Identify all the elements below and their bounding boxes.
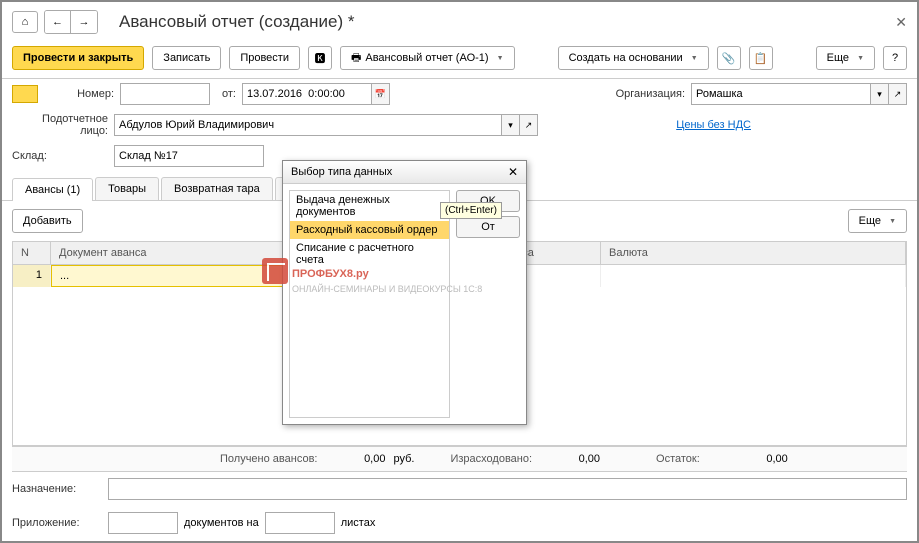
attach-label: Приложение: <box>12 517 102 529</box>
org-label: Организация: <box>616 88 685 100</box>
sheets-label: листах <box>341 517 376 529</box>
back-button[interactable]: ← <box>45 11 71 33</box>
docs-on-label: документов на <box>184 517 259 529</box>
tab-goods[interactable]: Товары <box>95 177 159 200</box>
attach-icon[interactable]: 📎 <box>717 46 741 70</box>
type-option-0[interactable]: Выдача денежных документов <box>290 191 449 221</box>
print-button[interactable]: 🖶 Авансовый отчет (АО-1) <box>340 46 515 70</box>
home-button[interactable]: ⌂ <box>12 11 38 33</box>
col-n: N <box>13 242 51 264</box>
tab-advances[interactable]: Авансы (1) <box>12 178 93 201</box>
rest-label: Остаток: <box>656 453 700 465</box>
create-based-on-button[interactable]: Создать на основании <box>558 46 709 70</box>
cell-n: 1 <box>13 265 51 287</box>
forward-button[interactable]: → <box>71 11 97 33</box>
status-marker <box>12 85 38 103</box>
rub-label: руб. <box>393 453 414 465</box>
cell-currency[interactable] <box>601 265 906 287</box>
warehouse-input[interactable] <box>114 145 264 167</box>
type-list[interactable]: Выдача денежных документов Расходный кас… <box>289 190 450 418</box>
received-label: Получено авансов: <box>220 453 317 465</box>
org-input[interactable] <box>691 83 871 105</box>
shortcut-tooltip: (Ctrl+Enter) <box>440 202 502 219</box>
purpose-label: Назначение: <box>12 483 102 495</box>
notes-icon[interactable]: 📋 <box>749 46 773 70</box>
org-dropdown-icon[interactable]: ▾ <box>871 83 889 105</box>
person-input[interactable] <box>114 114 502 136</box>
received-value: 0,00 <box>325 453 385 465</box>
org-open-icon[interactable]: ↗ <box>889 83 907 105</box>
date-input[interactable] <box>242 83 372 105</box>
attach-count-input[interactable] <box>108 512 178 534</box>
printer-icon: 🖶 <box>351 49 361 68</box>
date-picker-icon[interactable]: 📅 <box>372 83 390 105</box>
print-label: Авансовый отчет (АО-1) <box>365 52 488 64</box>
more-button[interactable]: Еще <box>816 46 875 70</box>
number-label: Номер: <box>44 88 114 100</box>
type-option-2[interactable]: Списание с расчетного счета <box>290 239 449 269</box>
col-currency: Валюта <box>601 242 906 264</box>
post-button[interactable]: Провести <box>229 46 300 70</box>
person-label: Подотчетное лицо: <box>12 113 108 137</box>
type-select-dialog: Выбор типа данных ✕ Выдача денежных доку… <box>282 160 527 425</box>
window-title: Авансовый отчет (создание) * <box>119 12 355 32</box>
purpose-input[interactable] <box>108 478 907 500</box>
dialog-title: Выбор типа данных <box>291 166 392 178</box>
type-option-1[interactable]: Расходный кассовый ордер <box>290 221 449 239</box>
prices-link[interactable]: Цены без НДС <box>676 119 751 131</box>
rest-value: 0,00 <box>708 453 788 465</box>
edit-kt-icon[interactable]: 🅺 <box>308 46 332 70</box>
dialog-close-icon[interactable]: ✕ <box>508 165 518 179</box>
person-open-icon[interactable]: ↗ <box>520 114 538 136</box>
dialog-cancel-button[interactable]: От <box>456 216 520 238</box>
add-button[interactable]: Добавить <box>12 209 83 233</box>
post-and-close-button[interactable]: Провести и закрыть <box>12 46 144 70</box>
spent-value: 0,00 <box>540 453 600 465</box>
tab-more-button[interactable]: Еще <box>848 209 907 233</box>
save-button[interactable]: Записать <box>152 46 221 70</box>
tab-returnable[interactable]: Возвратная тара <box>161 177 273 200</box>
sheets-input[interactable] <box>265 512 335 534</box>
help-button[interactable]: ? <box>883 46 907 70</box>
person-dropdown-icon[interactable]: ▾ <box>502 114 520 136</box>
close-icon[interactable]: ✕ <box>895 14 907 31</box>
number-input[interactable] <box>120 83 210 105</box>
warehouse-label: Склад: <box>12 150 108 162</box>
spent-label: Израсходовано: <box>450 453 532 465</box>
from-label: от: <box>216 88 236 100</box>
